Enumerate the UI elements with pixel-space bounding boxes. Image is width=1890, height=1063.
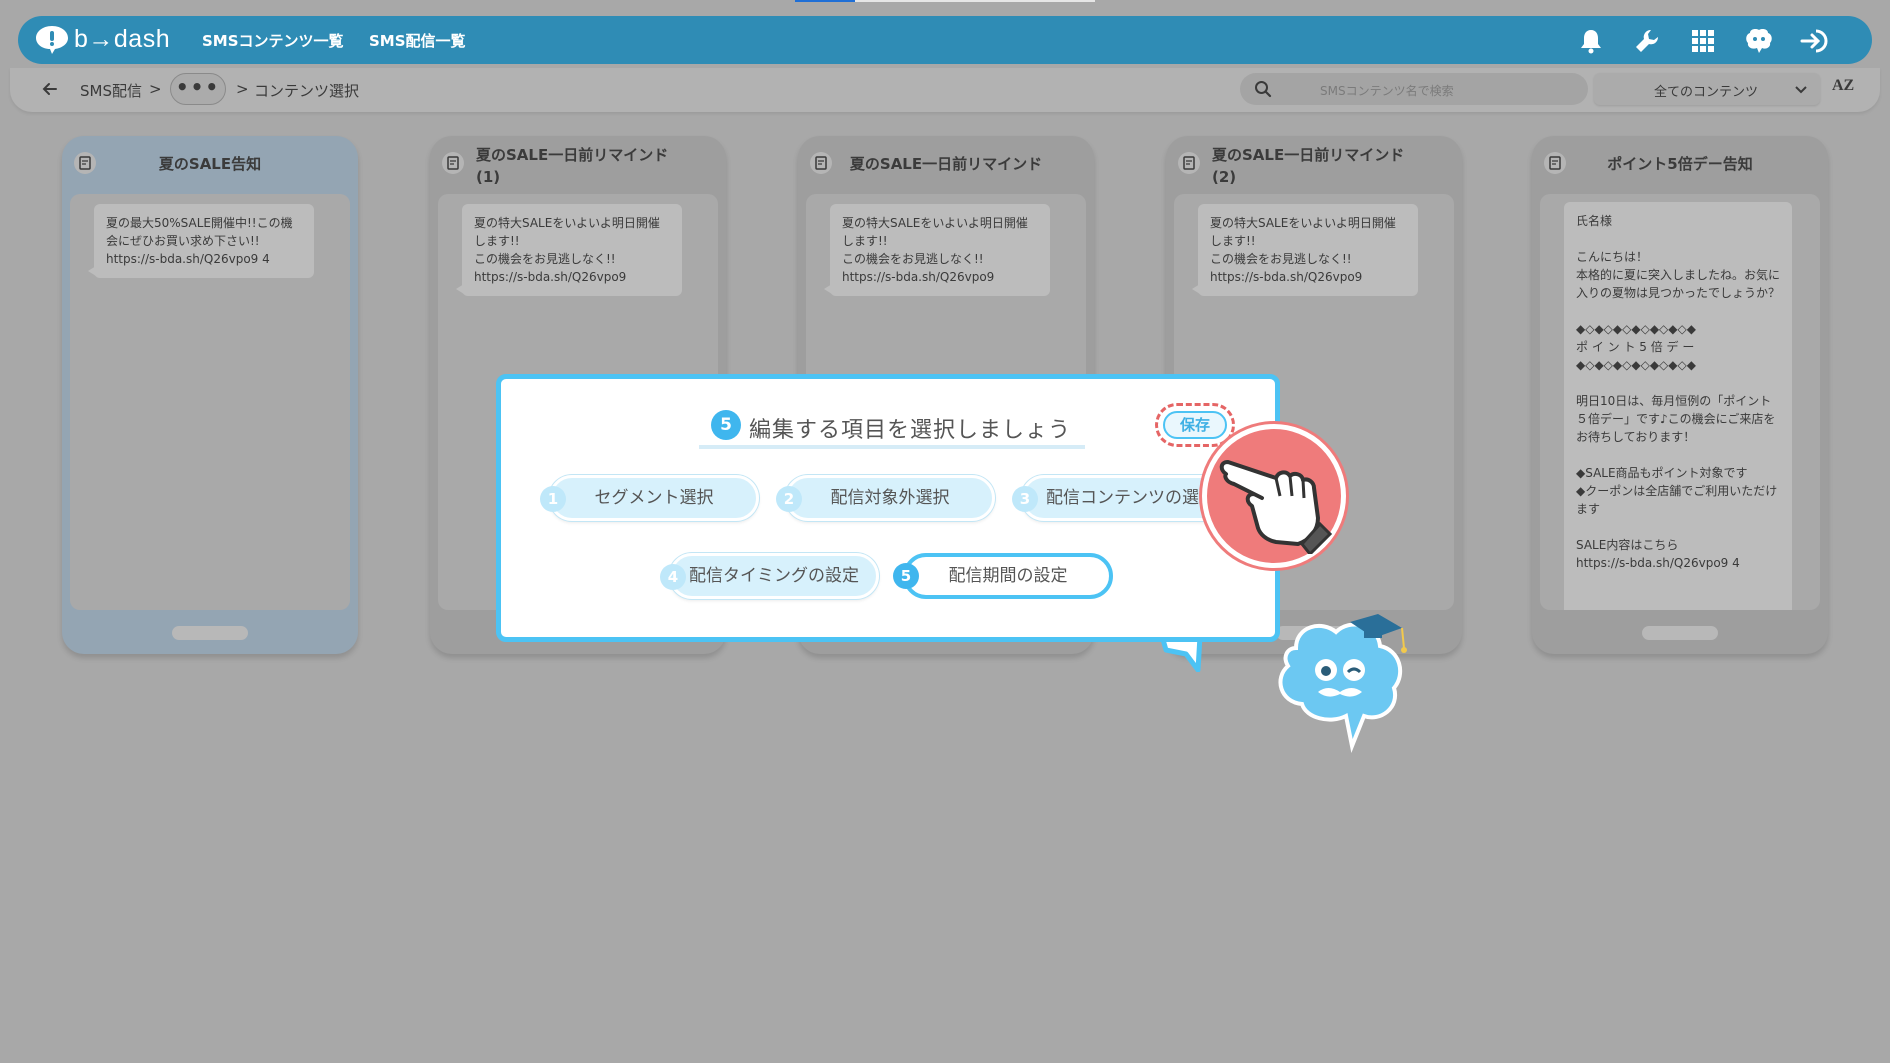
- option-label: 配信タイミングの設定: [689, 566, 859, 586]
- breadcrumb-separator: >: [236, 80, 249, 98]
- breadcrumb-bar: SMS配信 > ••• > コンテンツ選択 SMSコンテンツ名で検索 全てのコン…: [10, 68, 1880, 112]
- save-button-highlight[interactable]: 保存: [1155, 403, 1235, 447]
- option-period-setting[interactable]: 5 配信期間の設定: [893, 553, 1113, 599]
- mascot-cloud-icon: [1278, 614, 1407, 753]
- option-number: 4: [660, 564, 686, 590]
- search-input[interactable]: SMSコンテンツ名で検索: [1240, 73, 1588, 105]
- edit-item-tutorial-modal: 5 編集する項目を選択しましょう 保存 1 セグメント選択 2 配信対象外選択 …: [496, 374, 1280, 642]
- breadcrumb-item-sms-delivery[interactable]: SMS配信: [80, 80, 142, 101]
- content-card[interactable]: ポイント5倍デー告知 氏名様 こんにちは！ 本格的に夏に突入しましたね。お気に入…: [1532, 136, 1828, 654]
- option-timing-setting[interactable]: 4 配信タイミングの設定: [660, 553, 879, 599]
- option-label: 配信対象外選択: [830, 488, 950, 508]
- breadcrumb-item-content-select: コンテンツ選択: [254, 82, 360, 100]
- option-number: 2: [776, 486, 802, 512]
- card-title: 夏のSALE告知: [158, 155, 262, 173]
- mascot-chat-icon[interactable]: [1744, 26, 1774, 56]
- wrench-icon[interactable]: [1632, 26, 1662, 56]
- option-label: 配信期間の設定: [948, 566, 1068, 586]
- save-button[interactable]: 保存: [1163, 411, 1227, 439]
- modal-title: 5 編集する項目を選択しましょう: [699, 409, 1085, 449]
- bell-icon[interactable]: [1576, 26, 1606, 56]
- card-title: ポイント5倍デー告知: [1607, 155, 1753, 173]
- card-title: 夏のSALE一日前リマインド (2): [1212, 146, 1405, 186]
- step-badge: 5: [711, 410, 741, 440]
- phone-home-bar: [1642, 626, 1718, 640]
- phone-screen: 夏の最大50%SALE開催中!!この機会にぜひお買い求め下さい!! https:…: [70, 194, 350, 610]
- card-header: ポイント5倍デー告知: [1532, 136, 1828, 194]
- card-header: 夏のSALE一日前リマインド (1): [430, 136, 726, 194]
- nav-sms-contents[interactable]: SMSコンテンツ一覧: [202, 30, 344, 51]
- content-filter-select[interactable]: 全てのコンテンツ: [1594, 73, 1820, 105]
- chevron-down-icon: [1795, 86, 1807, 94]
- search-placeholder: SMSコンテンツ名で検索: [1320, 84, 1454, 98]
- option-number: 1: [540, 486, 566, 512]
- grid-icon[interactable]: [1688, 26, 1718, 56]
- sms-message-bubble: 夏の最大50%SALE開催中!!この機会にぜひお買い求め下さい!! https:…: [88, 204, 314, 278]
- progress-track: [855, 0, 1095, 2]
- logout-icon[interactable]: [1800, 26, 1830, 56]
- document-icon: [1178, 152, 1200, 174]
- nav-sms-delivery[interactable]: SMS配信一覧: [369, 30, 466, 51]
- logo-text: b→dash: [74, 24, 171, 53]
- sms-message-bubble: 夏の特大SALEをいよいよ明日開催します!! この機会をお見逃しなく!! htt…: [456, 204, 682, 296]
- search-icon: [1255, 81, 1272, 98]
- card-title: 夏のSALE一日前リマインド: [849, 155, 1043, 173]
- sort-az-button[interactable]: AZ: [1832, 77, 1854, 95]
- document-icon: [810, 152, 832, 174]
- logo-bubble-icon: [36, 26, 68, 54]
- sms-message-bubble: 夏の特大SALEをいよいよ明日開催します!! この機会をお見逃しなく!! htt…: [824, 204, 1050, 296]
- option-label: セグメント選択: [594, 488, 714, 508]
- modal-title-text: 編集する項目を選択しましょう: [749, 418, 1072, 443]
- logo[interactable]: b→dash: [34, 24, 170, 54]
- phone-screen: 氏名様 こんにちは！ 本格的に夏に突入しましたね。お気に入りの夏物は見つかったで…: [1540, 194, 1820, 610]
- card-header: 夏のSALE一日前リマインド: [798, 136, 1094, 194]
- document-icon: [442, 152, 464, 174]
- card-header: 夏のSALE告知: [62, 136, 358, 194]
- card-header: 夏のSALE一日前リマインド (2): [1166, 136, 1462, 194]
- document-icon: [1544, 152, 1566, 174]
- app-header: b→dash SMSコンテンツ一覧 SMS配信一覧: [18, 16, 1872, 64]
- pointing-hand-icon: [1219, 460, 1333, 554]
- option-number: 5: [893, 563, 919, 589]
- document-icon: [74, 152, 96, 174]
- content-card[interactable]: 夏のSALE告知 夏の最大50%SALE開催中!!この機会にぜひお買い求め下さい…: [62, 136, 358, 654]
- top-progress-bar: [0, 0, 1890, 2]
- back-arrow-icon[interactable]: [38, 77, 62, 101]
- breadcrumb-separator: >: [149, 80, 162, 98]
- filter-selected-value: 全てのコンテンツ: [1654, 85, 1759, 100]
- option-exclusion-select[interactable]: 2 配信対象外選択: [776, 475, 995, 521]
- option-segment-select[interactable]: 1 セグメント選択: [540, 475, 759, 521]
- option-content-select[interactable]: 3 配信コンテンツの選択: [1012, 475, 1231, 521]
- sms-message-bubble: 氏名様 こんにちは！ 本格的に夏に突入しましたね。お気に入りの夏物は見つかったで…: [1564, 202, 1792, 610]
- progress-fill: [795, 0, 855, 2]
- breadcrumb-more-button[interactable]: •••: [170, 73, 226, 105]
- card-title: 夏のSALE一日前リマインド (1): [476, 146, 669, 186]
- sms-message-bubble: 夏の特大SALEをいよいよ明日開催します!! この機会をお見逃しなく!! htt…: [1192, 204, 1418, 296]
- option-number: 3: [1012, 486, 1038, 512]
- phone-home-bar: [172, 626, 248, 640]
